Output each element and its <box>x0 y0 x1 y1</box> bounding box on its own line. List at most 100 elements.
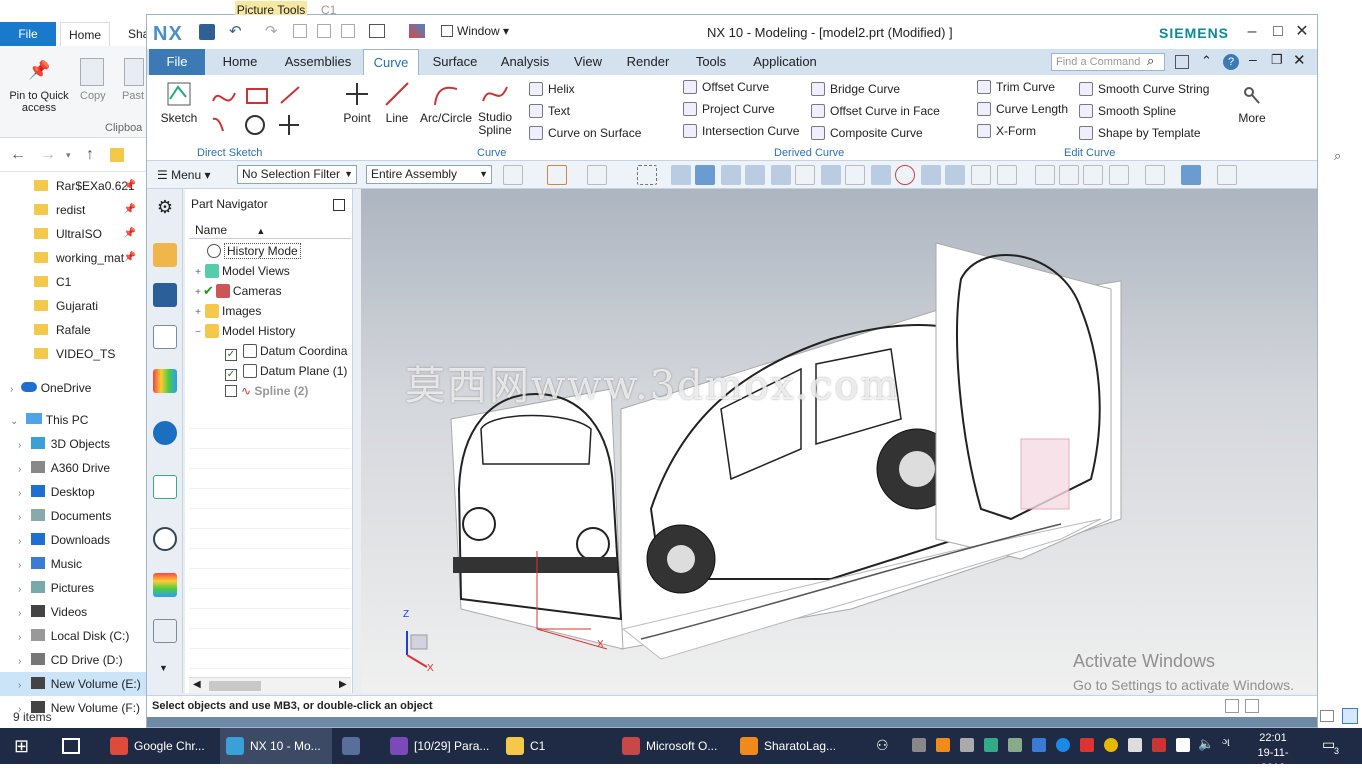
chevron-right-icon[interactable]: › <box>18 680 21 691</box>
search-icon[interactable]: ⌕ <box>1334 148 1341 164</box>
snap-tangent-icon[interactable] <box>845 165 865 185</box>
window-menu[interactable]: Window ▾ <box>441 24 509 38</box>
paste-icon[interactable] <box>341 24 355 38</box>
people-icon[interactable]: ⚇ <box>876 737 889 754</box>
snap-curve-icon[interactable] <box>795 165 815 185</box>
snap-face-icon[interactable] <box>971 165 991 185</box>
helix-button[interactable]: Helix <box>529 79 575 99</box>
curve-length-button[interactable]: Curve Length <box>977 99 1068 119</box>
offset-curve-in-face-button[interactable]: Offset Curve in Face <box>811 101 940 121</box>
line-icon[interactable] <box>280 86 300 104</box>
chevron-right-icon[interactable]: › <box>18 464 21 475</box>
chevron-right-icon[interactable]: › <box>18 536 21 547</box>
arc-circle-button[interactable]: Arc/Circle <box>419 79 473 125</box>
studio-spline-button[interactable]: Studio Spline <box>475 79 515 137</box>
tree-row-model-views[interactable]: + Model Views <box>185 261 351 281</box>
windows-start-icon[interactable]: ⊞ <box>14 736 29 757</box>
forward-icon[interactable]: → <box>40 146 56 164</box>
tab-file[interactable]: File <box>149 49 205 75</box>
recent-dropdown-icon[interactable]: ▾ <box>66 150 71 161</box>
chevron-right-icon[interactable]: › <box>18 440 21 451</box>
nav-item-pc-child[interactable]: › A360 Drive <box>0 456 146 480</box>
taskbar-app[interactable]: NX 10 - Mo... <box>220 728 332 764</box>
text-button[interactable]: Text <box>529 101 570 121</box>
view-triad-icon[interactable] <box>1217 165 1237 185</box>
expand-icon[interactable]: + <box>193 303 203 321</box>
nav-item-onedrive[interactable]: › OneDrive <box>0 376 146 400</box>
rectangle-select-icon[interactable] <box>637 165 657 185</box>
smooth-spline-button[interactable]: Smooth Spline <box>1079 101 1176 121</box>
snap-endpoint-icon[interactable] <box>721 165 741 185</box>
tab-application[interactable]: Application <box>745 49 825 75</box>
nav-item-pc-child[interactable]: › Local Disk (C:) <box>0 624 146 648</box>
chevron-right-icon[interactable]: › <box>18 656 21 667</box>
reuse-library-icon[interactable] <box>153 369 177 393</box>
taskbar-app[interactable]: SharatoLag... <box>734 728 846 764</box>
pin-icon[interactable]: 📌 <box>124 174 136 198</box>
chevron-right-icon[interactable]: › <box>18 512 21 523</box>
nav-item-pc-child[interactable]: › CD Drive (D:) <box>0 648 146 672</box>
snap-grid-icon[interactable] <box>997 165 1017 185</box>
tray-icon-10[interactable] <box>1128 738 1142 752</box>
search-icon[interactable]: ⌕ <box>1147 53 1154 69</box>
volume-icon[interactable]: 🔈 <box>1198 736 1214 752</box>
chevron-down-icon[interactable]: ⌄ <box>10 416 18 427</box>
up-icon[interactable]: ↑ <box>86 146 94 164</box>
resource-scroll-down-icon[interactable]: ▼ <box>159 663 168 673</box>
snap-spline-icon[interactable] <box>821 165 841 185</box>
ribbon-options-icon[interactable] <box>1175 55 1189 69</box>
tray-icon-4[interactable] <box>984 738 998 752</box>
info-icon[interactable] <box>153 421 177 445</box>
x-form-button[interactable]: X-Form <box>977 121 1036 141</box>
tray-icon-5[interactable] <box>1008 738 1022 752</box>
graphics-window[interactable]: 莫西网www.3dmox.com Z X X Activate Windows … <box>361 189 1317 693</box>
composite-curve-button[interactable]: Composite Curve <box>811 123 923 143</box>
history-icon[interactable] <box>153 527 177 551</box>
snap-perpendicular-icon[interactable] <box>945 165 965 185</box>
collapse-ribbon-icon[interactable]: ⌃ <box>1201 53 1212 69</box>
snap-line-icon[interactable] <box>745 165 765 185</box>
notifications-icon[interactable]: ▭ <box>1322 736 1344 756</box>
tab-tools[interactable]: Tools <box>687 49 735 75</box>
snap-intersection-icon[interactable] <box>921 165 941 185</box>
explorer-home-tab[interactable]: Home <box>60 22 110 46</box>
tree-row-datum-plane[interactable]: ✓ Datum Plane (1) <box>185 361 351 381</box>
status-options-icon[interactable] <box>1245 699 1259 713</box>
clock[interactable]: 22:01 19-11-2018 <box>1246 731 1300 776</box>
selection-scope-select[interactable]: Entire Assembly ▼ <box>366 165 492 184</box>
part-navigator-icon[interactable] <box>153 325 177 349</box>
more-button[interactable]: More <box>1235 79 1269 125</box>
pin-quick-access-button[interactable]: Pin to Quick access <box>4 90 74 114</box>
chevron-right-icon[interactable]: › <box>18 488 21 499</box>
roles-icon[interactable] <box>153 619 177 643</box>
tree-row-history-mode[interactable]: History Mode <box>185 241 351 261</box>
doc-close-icon[interactable]: ✕ <box>1293 51 1306 69</box>
snap-icon[interactable] <box>547 165 567 185</box>
nav-item-quick-access[interactable]: Rafale <box>0 318 146 342</box>
point-button[interactable]: Point <box>337 79 377 125</box>
pin-icon[interactable]: 📌 <box>124 198 136 222</box>
expand-icon[interactable]: + <box>193 263 203 281</box>
doc-restore-icon[interactable]: ❐ <box>1271 52 1283 68</box>
tab-assemblies[interactable]: Assemblies <box>277 49 359 75</box>
tree-row-cameras[interactable]: + ✔ Cameras <box>185 281 351 301</box>
offset-curve-button[interactable]: Offset Curve <box>683 77 769 97</box>
orient-view-icon[interactable] <box>1109 165 1129 185</box>
nav-item-this-pc[interactable]: ⌄ This PC <box>0 408 146 432</box>
nav-item-pc-child[interactable]: › Videos <box>0 600 146 624</box>
rectangle-icon[interactable] <box>246 88 268 104</box>
tree-row-spline[interactable]: ∿ Spline (2) <box>185 381 351 401</box>
tray-icon-6[interactable] <box>1032 738 1046 752</box>
details-view-icon[interactable] <box>1320 710 1334 722</box>
minimize-icon[interactable]: – <box>1241 21 1263 43</box>
horizontal-scrollbar[interactable]: ◀ ▶ <box>189 677 351 693</box>
nav-item-pc-child[interactable]: › New Volume (E:) <box>0 672 146 696</box>
status-icon[interactable] <box>1225 699 1239 713</box>
copy-button[interactable]: Copy <box>80 90 106 102</box>
tray-cloud-icon[interactable] <box>960 738 974 752</box>
tab-view[interactable]: View <box>567 49 609 75</box>
chevron-right-icon[interactable]: › <box>18 560 21 571</box>
gear-icon[interactable]: ⚙ <box>153 195 177 219</box>
maximize-icon[interactable]: □ <box>1267 21 1289 43</box>
chevron-right-icon[interactable]: › <box>18 584 21 595</box>
